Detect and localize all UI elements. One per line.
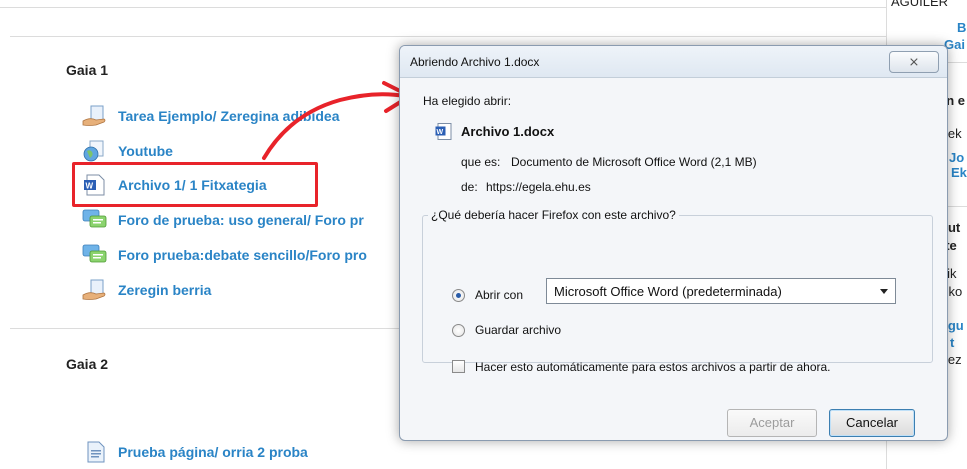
section-title-2: Gaia 2 <box>66 356 109 372</box>
activity-label[interactable]: Foro prueba:debate sencillo/Foro pro <box>118 247 367 263</box>
globe-url-icon <box>83 140 104 162</box>
page-top-border <box>0 0 886 8</box>
auto-action-label[interactable]: Hacer esto automáticamente para estos ar… <box>475 360 831 374</box>
activity-label[interactable]: Youtube <box>118 143 173 159</box>
open-with-label[interactable]: Abrir con <box>475 288 523 302</box>
dialog-body: Ha elegido abrir: W Archivo 1.docx que e… <box>400 79 947 440</box>
cancel-button[interactable]: Cancelar <box>829 409 915 437</box>
save-file-radio[interactable] <box>452 324 465 337</box>
activity-label[interactable]: Zeregin berria <box>118 282 211 298</box>
sidebar-link[interactable]: Ek <box>951 165 967 180</box>
close-icon: ⨯ <box>908 54 920 69</box>
section-title-1: Gaia 1 <box>66 62 109 78</box>
auto-action-checkbox[interactable] <box>452 360 465 373</box>
application-select-value: Microsoft Office Word (predeterminada) <box>554 284 782 299</box>
save-file-label[interactable]: Guardar archivo <box>475 323 561 337</box>
action-question: ¿Qué debería hacer Firefox con este arch… <box>428 208 679 222</box>
activity-label[interactable]: Prueba página/ orria 2 proba <box>118 444 308 460</box>
svg-text:W: W <box>437 129 444 136</box>
word-file-icon: W <box>435 123 452 140</box>
sidebar-link[interactable]: t <box>950 335 954 350</box>
file-type-value: Documento de Microsoft Office Word (2,1 … <box>511 155 757 169</box>
accept-button[interactable]: Aceptar <box>727 409 817 437</box>
activity-assignment[interactable]: Zeregin berria <box>82 278 211 302</box>
sidebar-text: AGUILER <box>891 0 949 9</box>
file-name: Archivo 1.docx <box>461 124 555 139</box>
file-type-label: que es: <box>461 155 501 169</box>
open-with-radio[interactable] <box>452 289 465 302</box>
activity-page[interactable]: Prueba página/ orria 2 proba <box>82 440 308 464</box>
file-source-label: de: <box>461 180 478 194</box>
annotation-arrow-icon <box>262 81 412 160</box>
assignment-icon <box>82 279 106 300</box>
forum-icon <box>82 244 107 263</box>
dialog-title: Abriendo Archivo 1.docx <box>410 55 540 69</box>
activity-url[interactable]: Youtube <box>82 139 173 163</box>
forum-icon <box>82 209 107 228</box>
file-source-value: https://egela.ehu.es <box>486 180 591 194</box>
activity-forum[interactable]: Foro prueba:debate sencillo/Foro pro <box>82 243 367 267</box>
dialog-titlebar[interactable]: Abriendo Archivo 1.docx ⨯ <box>400 46 947 78</box>
open-file-dialog: Abriendo Archivo 1.docx ⨯ Ha elegido abr… <box>399 45 948 441</box>
assignment-icon <box>82 105 106 126</box>
chosen-label: Ha elegido abrir: <box>423 94 512 108</box>
page-icon <box>87 441 105 463</box>
activity-forum[interactable]: Foro de prueba: uso general/ Foro pr <box>82 208 364 232</box>
close-button[interactable]: ⨯ <box>889 51 939 73</box>
activity-label[interactable]: Foro de prueba: uso general/ Foro pr <box>118 212 364 228</box>
sidebar-link[interactable]: Jo <box>949 150 964 165</box>
chevron-down-icon <box>880 289 888 294</box>
application-select[interactable]: Microsoft Office Word (predeterminada) <box>546 278 896 304</box>
sidebar-link[interactable]: B <box>957 20 966 35</box>
